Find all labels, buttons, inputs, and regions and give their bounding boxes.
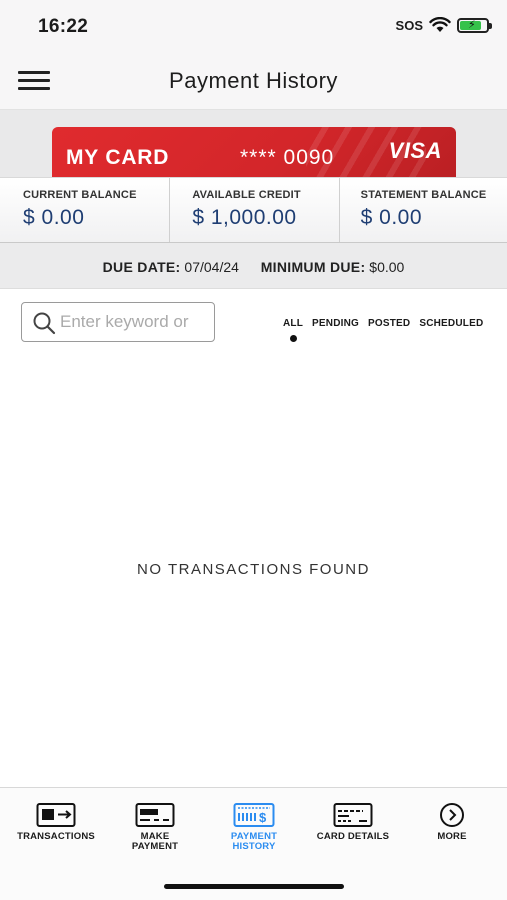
minimum-due-value: $0.00 xyxy=(369,259,405,275)
search-box[interactable] xyxy=(21,302,215,342)
selected-filter-indicator xyxy=(290,335,297,342)
current-balance-value: $ 0.00 xyxy=(23,206,85,229)
available-credit-label: AVAILABLE CREDIT xyxy=(192,189,301,201)
search-input[interactable] xyxy=(60,303,214,340)
filter-scheduled[interactable]: SCHEDULED xyxy=(419,318,483,329)
tab-transactions-label: TRANSACTIONS xyxy=(17,831,95,842)
status-time: 16:22 xyxy=(38,16,89,37)
due-date-label: DUE DATE: xyxy=(102,259,181,275)
tab-card-details[interactable]: CARD DETAILS xyxy=(303,802,403,842)
due-date-value: 07/04/24 xyxy=(184,259,239,275)
current-balance: CURRENT BALANCE $ 0.00 xyxy=(0,178,171,242)
tab-make-payment[interactable]: MAKE PAYMENT xyxy=(105,802,205,851)
empty-state-message: NO TRANSACTIONS FOUND xyxy=(137,561,370,578)
current-balance-label: CURRENT BALANCE xyxy=(23,189,137,201)
due-info-bar: DUE DATE: 07/04/24 MINIMUM DUE: $0.00 xyxy=(0,243,507,289)
available-credit: AVAILABLE CREDIT $ 1,000.00 xyxy=(170,178,340,242)
tab-more[interactable]: MORE xyxy=(402,802,502,842)
filter-all[interactable]: ALL xyxy=(283,318,303,329)
available-credit-value: $ 1,000.00 xyxy=(192,206,297,229)
status-bar: 16:22 SOS ⚡ xyxy=(0,0,507,54)
make-payment-icon xyxy=(135,803,175,827)
svg-text:$: $ xyxy=(259,810,267,825)
tab-payment-history-label: PAYMENT HISTORY xyxy=(230,831,278,852)
app-header: Payment History xyxy=(0,54,507,110)
page-title: Payment History xyxy=(169,68,338,93)
card-name: MY CARD xyxy=(66,146,170,169)
transaction-filters: ALL PENDING POSTED SCHEDULED xyxy=(283,318,483,329)
card-area: MY CARD **** 0090 VISA xyxy=(0,110,507,185)
balance-summary: CURRENT BALANCE $ 0.00 AVAILABLE CREDIT … xyxy=(0,177,507,243)
more-icon xyxy=(440,803,464,827)
visa-logo: VISA xyxy=(388,138,442,163)
tab-card-details-label: CARD DETAILS xyxy=(316,831,390,842)
card-details-icon xyxy=(333,803,373,827)
battery-icon: ⚡ xyxy=(457,17,492,33)
tab-more-label: MORE xyxy=(437,831,467,842)
sos-indicator: SOS xyxy=(395,17,423,33)
minimum-due-label: MINIMUM DUE: xyxy=(260,259,366,275)
wifi-icon xyxy=(429,17,451,32)
card-number: **** 0090 xyxy=(240,146,335,169)
filter-posted[interactable]: POSTED xyxy=(368,318,410,329)
search-icon xyxy=(33,312,56,335)
tab-payment-history[interactable]: $ PAYMENT HISTORY xyxy=(204,802,304,851)
filter-pending[interactable]: PENDING xyxy=(312,318,359,329)
transactions-icon xyxy=(36,803,76,827)
status-indicators: SOS ⚡ xyxy=(395,17,492,33)
tab-transactions[interactable]: TRANSACTIONS xyxy=(6,802,106,842)
home-indicator xyxy=(164,884,344,889)
statement-balance: STATEMENT BALANCE $ 0.00 xyxy=(340,178,507,242)
payment-history-icon: $ xyxy=(233,803,275,827)
tab-make-payment-label: MAKE PAYMENT xyxy=(131,831,179,852)
statement-balance-value: $ 0.00 xyxy=(360,206,423,229)
statement-balance-label: STATEMENT BALANCE xyxy=(360,189,487,201)
